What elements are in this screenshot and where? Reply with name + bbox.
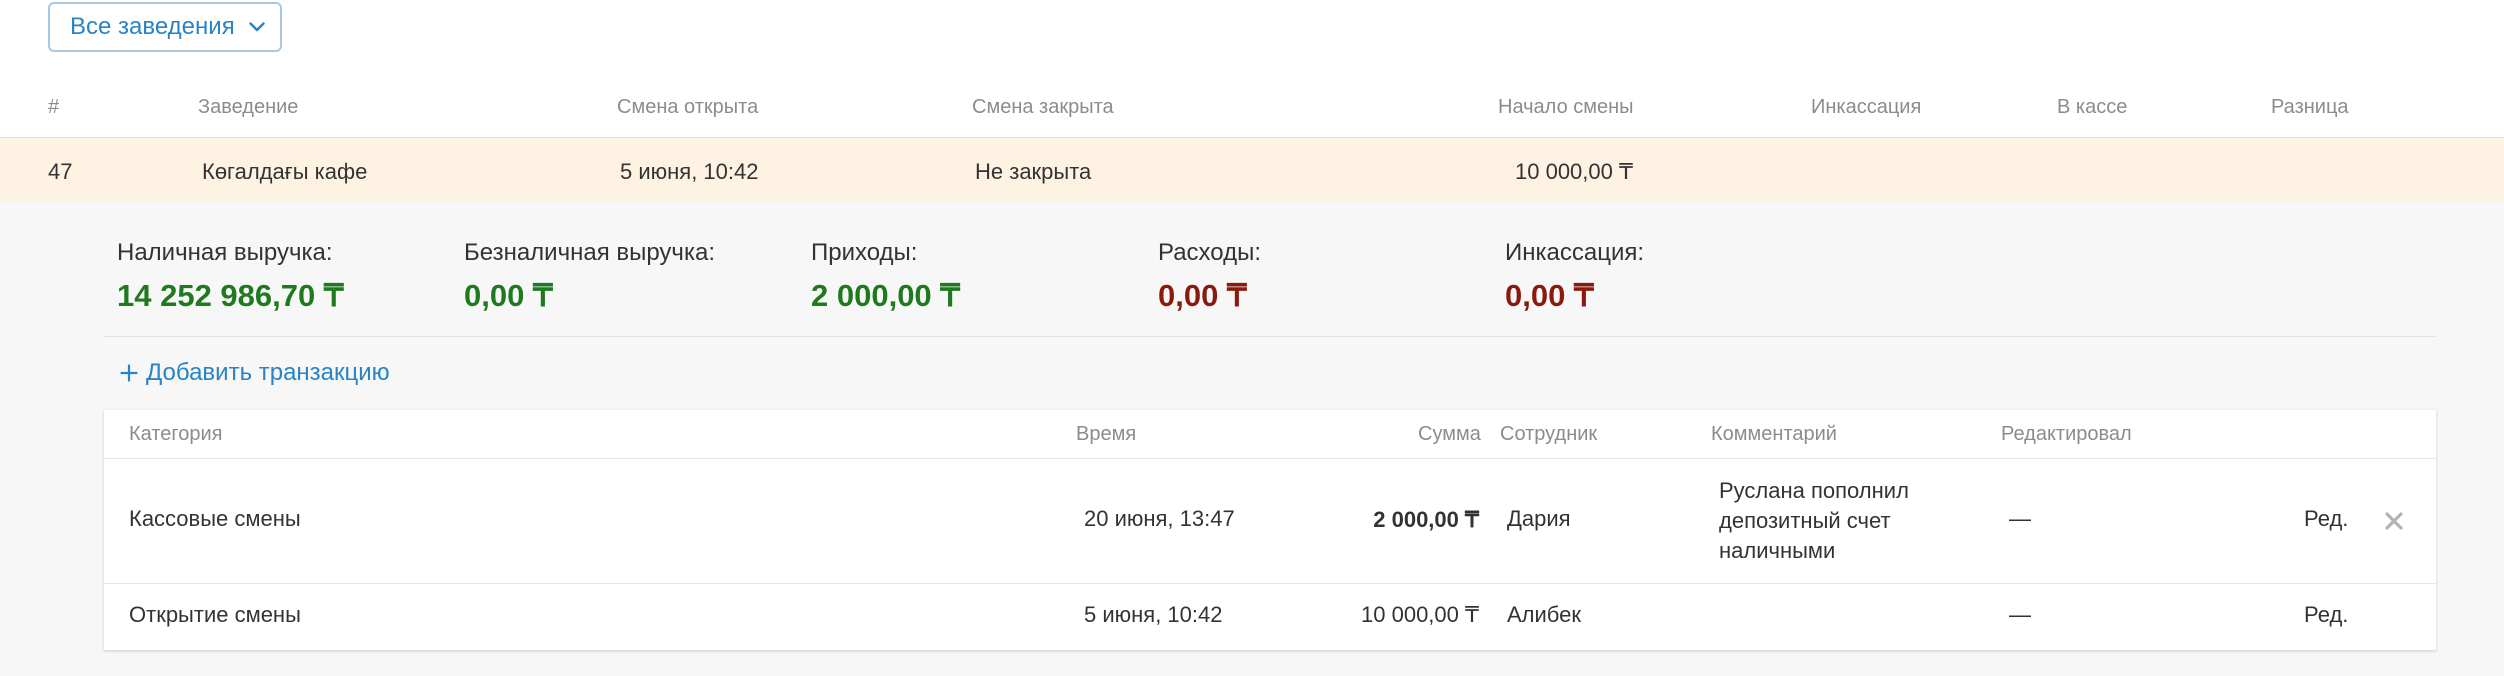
column-header-closed[interactable]: Смена закрыта	[972, 96, 1114, 119]
column-header-comment[interactable]: Комментарий	[1711, 423, 1837, 446]
transaction-employee: Дария	[1507, 506, 1571, 531]
column-header-amount[interactable]: Сумма	[1418, 423, 1481, 446]
close-icon[interactable]	[2384, 511, 2404, 531]
summary-value: 14 252 986,70 ₸	[117, 278, 344, 313]
transaction-category: Открытие смены	[129, 602, 301, 627]
column-header-difference[interactable]: Разница	[2271, 96, 2349, 119]
transaction-time: 20 июня, 13:47	[1084, 506, 1235, 531]
edit-transaction-link[interactable]: Ред.	[2304, 506, 2348, 532]
shift-id: 47	[48, 159, 73, 184]
transaction-time: 5 июня, 10:42	[1084, 602, 1223, 627]
venue-filter-dropdown[interactable]: Все заведения	[48, 2, 282, 52]
shift-start-amount: 10 000,00 ₸	[1515, 159, 1633, 184]
shift-closed: Не закрыта	[975, 159, 1092, 184]
edit-transaction-link[interactable]: Ред.	[2304, 602, 2348, 628]
summary-label: Безналичная выручка:	[464, 239, 715, 266]
column-header-category[interactable]: Категория	[129, 423, 223, 446]
plus-icon	[120, 364, 138, 382]
transaction-amount: 10 000,00 ₸	[1361, 602, 1479, 627]
summary-label: Инкассация:	[1505, 239, 1645, 266]
chevron-down-icon	[248, 22, 265, 32]
column-header-opened[interactable]: Смена открыта	[617, 96, 758, 119]
transaction-employee: Алибек	[1507, 602, 1582, 627]
transaction-edited-by: —	[2009, 602, 2031, 627]
column-header-collection[interactable]: Инкассация	[1811, 96, 1921, 119]
transaction-comment: Руслана пополнил депозитный счет наличны…	[1719, 478, 1909, 563]
column-header-start-amount[interactable]: Начало смены	[1498, 96, 1634, 119]
column-header-employee[interactable]: Сотрудник	[1500, 423, 1597, 446]
shift-venue: Көгалдағы кафе	[202, 159, 368, 184]
transactions-table: Категория Время Сумма Сотрудник Коммента…	[104, 410, 2436, 650]
venue-filter-label: Все заведения	[70, 13, 235, 40]
add-transaction-button[interactable]: Добавить транзакцию	[120, 359, 390, 387]
column-header-time[interactable]: Время	[1076, 423, 1136, 446]
summary-value: 0,00 ₸	[464, 278, 553, 313]
summary-value: 2 000,00 ₸	[811, 278, 961, 313]
shift-details-panel: Наличная выручка: 14 252 986,70 ₸ Безнал…	[0, 202, 2504, 676]
summary-label: Расходы:	[1158, 239, 1262, 266]
transaction-amount: 2 000,00 ₸	[1373, 507, 1479, 532]
table-row: Кассовые смены 20 июня, 13:47 2 000,00 ₸…	[104, 459, 2436, 583]
table-row: Открытие смены 5 июня, 10:42 10 000,00 ₸…	[104, 584, 2436, 650]
summary-label: Приходы:	[811, 239, 918, 266]
column-header-in-register[interactable]: В кассе	[2057, 96, 2127, 119]
summary-label: Наличная выручка:	[117, 239, 333, 266]
summary-divider	[104, 336, 2436, 337]
shift-row[interactable]: 47 Көгалдағы кафе 5 июня, 10:42 Не закры…	[0, 137, 2504, 203]
transaction-category: Кассовые смены	[129, 506, 301, 531]
column-header-number[interactable]: #	[48, 96, 59, 119]
column-header-edited-by[interactable]: Редактировал	[2001, 423, 2132, 446]
column-header-venue[interactable]: Заведение	[198, 96, 298, 119]
summary-value: 0,00 ₸	[1505, 278, 1594, 313]
summary-value: 0,00 ₸	[1158, 278, 1247, 313]
add-transaction-label: Добавить транзакцию	[146, 359, 390, 386]
shift-opened: 5 июня, 10:42	[620, 159, 759, 184]
transaction-edited-by: —	[2009, 506, 2031, 531]
